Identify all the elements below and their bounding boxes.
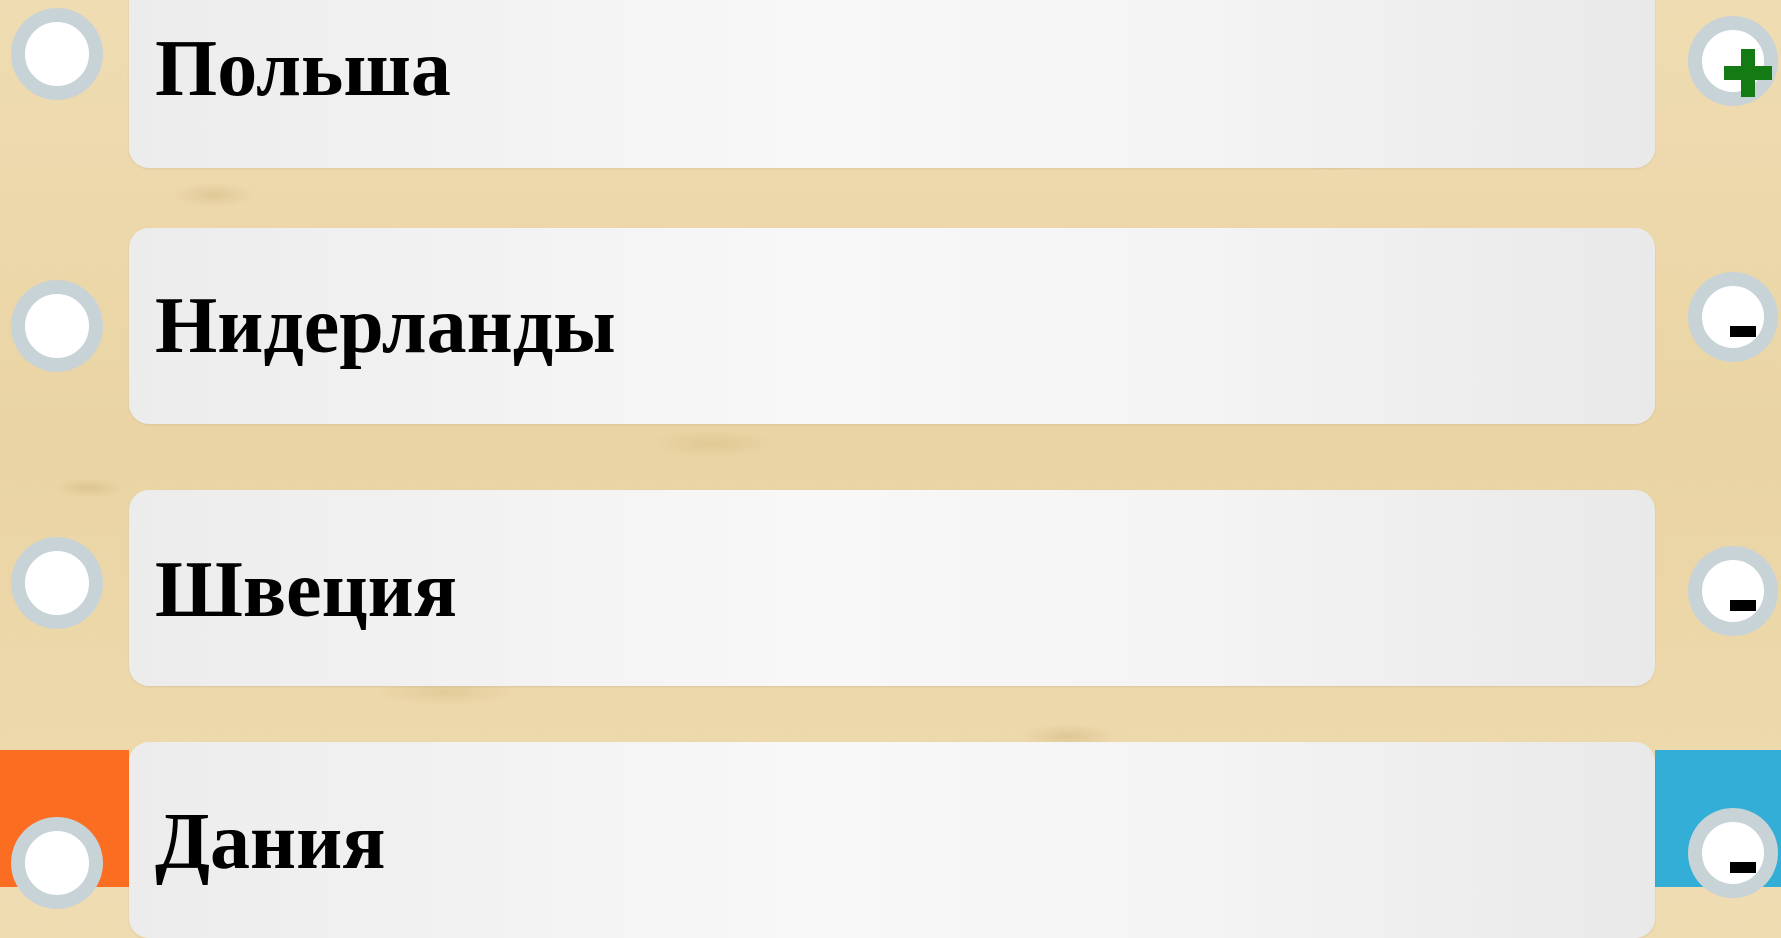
option-row-1[interactable]: Польша bbox=[129, 0, 1655, 168]
wrong-mark-icon bbox=[1730, 326, 1756, 337]
option-row-4[interactable]: Дания bbox=[129, 742, 1655, 938]
wrong-mark-icon bbox=[1730, 862, 1756, 873]
minus-icon[interactable] bbox=[1688, 808, 1778, 898]
option-row-2[interactable]: Нидерланды bbox=[129, 228, 1655, 424]
option-label-3: Швеция bbox=[155, 546, 458, 634]
wrong-mark-icon bbox=[1730, 600, 1756, 611]
radio-button-2[interactable] bbox=[11, 280, 103, 372]
radio-button-1[interactable] bbox=[11, 8, 103, 100]
correct-mark-icon bbox=[1724, 49, 1772, 97]
minus-icon[interactable] bbox=[1688, 272, 1778, 362]
radio-button-3[interactable] bbox=[11, 537, 103, 629]
option-label-1: Польша bbox=[155, 25, 451, 113]
option-label-2: Нидерланды bbox=[155, 282, 616, 370]
option-label-4: Дания bbox=[155, 798, 386, 886]
radio-button-4[interactable] bbox=[11, 817, 103, 909]
plus-icon[interactable] bbox=[1688, 16, 1778, 106]
option-row-3[interactable]: Швеция bbox=[129, 490, 1655, 686]
minus-icon[interactable] bbox=[1688, 546, 1778, 636]
